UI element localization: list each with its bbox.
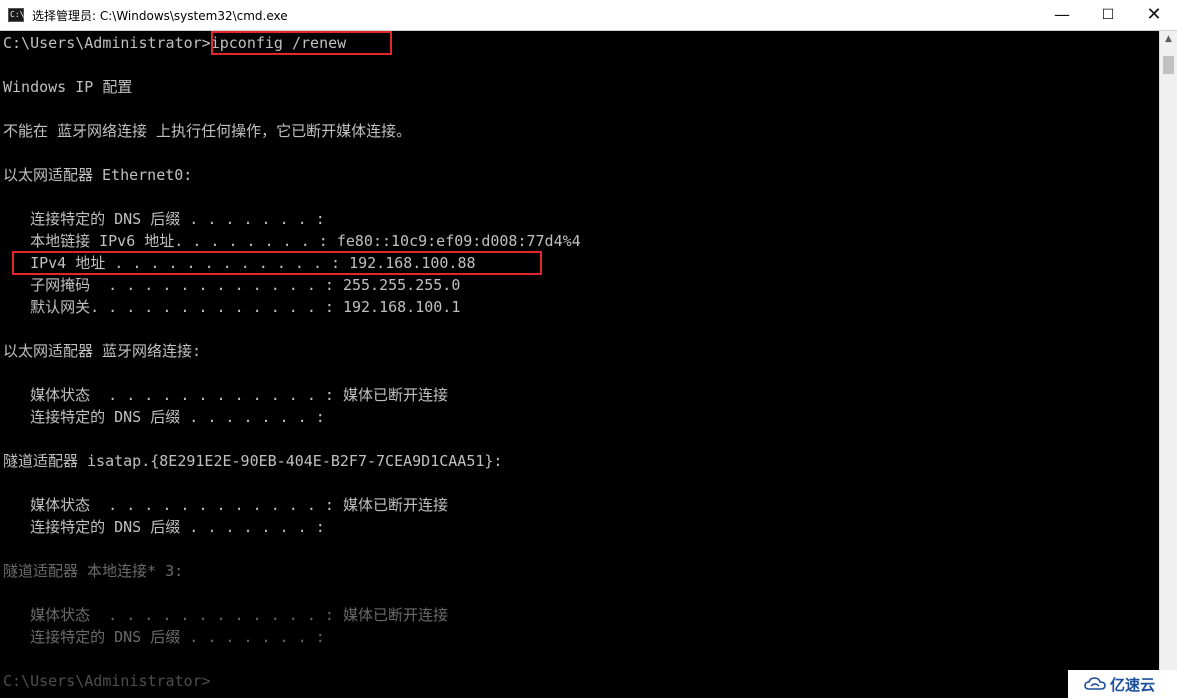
console-line: 隧道适配器 本地连接* 3:	[3, 562, 184, 580]
console-line: 媒体状态 . . . . . . . . . . . . : 媒体已断开连接	[3, 606, 448, 624]
cmd-icon-label: C:\	[10, 10, 25, 19]
console-line: 连接特定的 DNS 后缀 . . . . . . . :	[3, 628, 325, 646]
cloud-logo-icon	[1084, 677, 1106, 690]
console-line: 子网掩码 . . . . . . . . . . . . : 255.255.2…	[3, 276, 461, 294]
minimize-button[interactable]: —	[1039, 0, 1085, 30]
scroll-thumb[interactable]	[1163, 56, 1174, 74]
cmd-icon[interactable]: C:\	[8, 8, 24, 22]
watermark-text: 亿速云	[1110, 676, 1156, 694]
vertical-scrollbar[interactable]: ▲ ▼	[1159, 31, 1177, 698]
console-line: 以太网适配器 Ethernet0:	[3, 166, 193, 184]
close-button[interactable]: ✕	[1131, 0, 1177, 30]
console-line: 连接特定的 DNS 后缀 . . . . . . . :	[3, 518, 325, 536]
console-output[interactable]: C:\Users\Administrator>ipconfig /renew W…	[0, 31, 1159, 698]
console-prompt: C:\Users\Administrator>	[3, 672, 211, 690]
scroll-up-arrow-icon[interactable]: ▲	[1160, 31, 1177, 48]
window-title: 选择管理员: C:\Windows\system32\cmd.exe	[32, 9, 288, 23]
ipv4-highlight-box	[12, 251, 542, 275]
console-line: 媒体状态 . . . . . . . . . . . . : 媒体已断开连接	[3, 386, 448, 404]
console-line: 以太网适配器 蓝牙网络连接:	[3, 342, 202, 360]
console-line: 隧道适配器 isatap.{8E291E2E-90EB-404E-B2F7-7C…	[3, 452, 503, 470]
console-line: 媒体状态 . . . . . . . . . . . . : 媒体已断开连接	[3, 496, 448, 514]
console-line: 不能在 蓝牙网络连接 上执行任何操作，它已断开媒体连接。	[3, 122, 412, 140]
command-highlight-box	[211, 31, 392, 55]
console-line: 连接特定的 DNS 后缀 . . . . . . . :	[3, 210, 325, 228]
console-line: 本地链接 IPv6 地址. . . . . . . . : fe80::10c9…	[3, 232, 581, 250]
console-line: Windows IP 配置	[3, 78, 133, 96]
watermark: 亿速云	[1068, 670, 1177, 698]
console-line: 连接特定的 DNS 后缀 . . . . . . . :	[3, 408, 325, 426]
title-bar[interactable]: C:\ 选择管理员: C:\Windows\system32\cmd.exe —…	[0, 0, 1177, 31]
console-line: 默认网关. . . . . . . . . . . . . : 192.168.…	[3, 298, 461, 316]
maximize-button[interactable]: ☐	[1085, 0, 1131, 30]
